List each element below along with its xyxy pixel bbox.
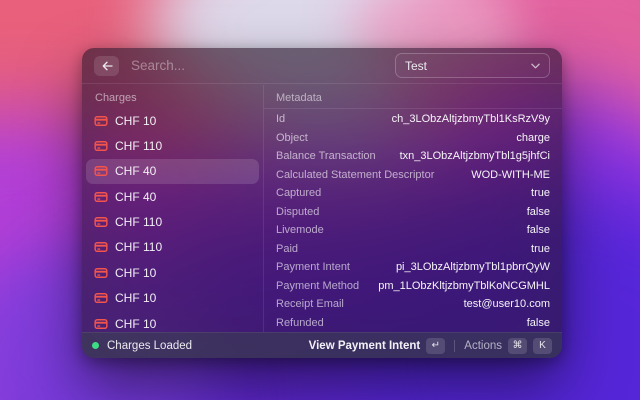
search-input[interactable]	[129, 57, 383, 74]
return-key-icon: ↵	[426, 338, 445, 354]
metadata-key: Refunded	[276, 317, 324, 329]
metadata-value: test@user10.com	[464, 298, 550, 310]
charge-list-item[interactable]: CHF 40	[86, 184, 259, 209]
metadata-row: Balance Transaction txn_3LObzAltjzbmyTbl…	[276, 147, 550, 166]
metadata-value: true	[531, 187, 550, 199]
metadata-key: Balance Transaction	[276, 150, 376, 162]
charge-list-item[interactable]: CHF 110	[86, 210, 259, 235]
charge-amount: CHF 10	[115, 266, 156, 280]
metadata-row: Object charge	[276, 129, 550, 148]
actions-menu-button[interactable]: Actions	[464, 340, 502, 352]
footer-bar: Charges Loaded View Payment Intent ↵ Act…	[82, 332, 562, 358]
k-key-icon: K	[533, 338, 552, 354]
back-button[interactable]	[94, 56, 119, 76]
charge-amount: CHF 110	[115, 240, 162, 254]
metadata-key: Receipt Email	[276, 298, 344, 310]
metadata-value: pi_3LObzAltjzbmyTbl1pbrrQyW	[396, 261, 550, 273]
search-bar: Test	[82, 48, 562, 84]
metadata-key: Payment Intent	[276, 261, 350, 273]
metadata-key: Calculated Statement Descriptor	[276, 169, 434, 181]
charge-list-item[interactable]: CHF 10	[86, 260, 259, 285]
credit-card-icon	[94, 318, 108, 330]
metadata-key: Id	[276, 113, 285, 125]
credit-card-icon	[94, 267, 108, 279]
footer-actions: View Payment Intent ↵ Actions ⌘ K	[309, 338, 552, 354]
charge-list-item[interactable]: CHF 10	[86, 311, 259, 332]
metadata-row: Refunded false	[276, 314, 550, 333]
metadata-row: Calculated Statement Descriptor WOD-WITH…	[276, 166, 550, 185]
chevron-down-icon	[531, 63, 540, 69]
charge-list-item[interactable]: CHF 10	[86, 286, 259, 311]
metadata-row: Receipt Email test@user10.com	[276, 295, 550, 314]
charges-list: CHF 10 CHF 110 CHF 40	[86, 108, 259, 332]
status-dot	[92, 342, 99, 349]
status-text: Charges Loaded	[107, 340, 192, 352]
charge-list-item[interactable]: CHF 110	[86, 235, 259, 260]
metadata-value: charge	[516, 132, 550, 144]
metadata-divider	[264, 108, 562, 109]
view-payment-intent-action[interactable]: View Payment Intent	[309, 340, 421, 352]
metadata-value: false	[527, 206, 550, 218]
metadata-row: Paid true	[276, 240, 550, 259]
charges-panel-header: Charges	[86, 90, 259, 106]
metadata-row: Payment Method pm_1LObzKltjzbmyTblKoNCGM…	[276, 277, 550, 296]
charge-amount: CHF 10	[115, 291, 156, 305]
charge-list-item[interactable]: CHF 10	[86, 108, 259, 133]
charges-panel: Charges CHF 10 CHF 110	[82, 85, 264, 332]
credit-card-icon	[94, 165, 108, 177]
charge-amount: CHF 10	[115, 317, 156, 331]
metadata-value: false	[527, 224, 550, 236]
credit-card-icon	[94, 241, 108, 253]
environment-dropdown-value: Test	[405, 59, 427, 73]
metadata-value: true	[531, 243, 550, 255]
metadata-value: pm_1LObzKltjzbmyTblKoNCGMHL	[378, 280, 550, 292]
footer-divider	[454, 340, 455, 352]
metadata-key: Livemode	[276, 224, 324, 236]
metadata-key: Object	[276, 132, 308, 144]
metadata-key: Disputed	[276, 206, 319, 218]
metadata-row: Captured true	[276, 184, 550, 203]
command-key-icon: ⌘	[508, 338, 527, 354]
metadata-key: Paid	[276, 243, 298, 255]
metadata-panel: Metadata Id ch_3LObzAltjzbmyTbl1KsRzV9y …	[264, 85, 562, 332]
raycast-window: Test Charges CHF 10 CHF 110	[82, 48, 562, 358]
metadata-panel-header: Metadata	[276, 90, 550, 106]
credit-card-icon	[94, 216, 108, 228]
credit-card-icon	[94, 292, 108, 304]
charge-amount: CHF 110	[115, 139, 162, 153]
metadata-value: WOD-WITH-ME	[471, 169, 550, 181]
credit-card-icon	[94, 140, 108, 152]
metadata-row: Id ch_3LObzAltjzbmyTbl1KsRzV9y	[276, 110, 550, 129]
metadata-key: Payment Method	[276, 280, 359, 292]
metadata-row: Livemode false	[276, 221, 550, 240]
charge-amount: CHF 110	[115, 215, 162, 229]
window-content: Charges CHF 10 CHF 110	[82, 85, 562, 332]
metadata-value: false	[527, 317, 550, 329]
left-arrow-icon	[101, 61, 113, 71]
metadata-row: Disputed false	[276, 203, 550, 222]
credit-card-icon	[94, 191, 108, 203]
charge-amount: CHF 40	[115, 164, 156, 178]
charge-amount: CHF 10	[115, 114, 156, 128]
metadata-value: txn_3LObzAltjzbmyTbl1g5jhfCi	[400, 150, 550, 162]
metadata-row: Payment Intent pi_3LObzAltjzbmyTbl1pbrrQ…	[276, 258, 550, 277]
metadata-key: Captured	[276, 187, 321, 199]
charge-amount: CHF 40	[115, 190, 156, 204]
metadata-value: ch_3LObzAltjzbmyTbl1KsRzV9y	[392, 113, 550, 125]
charge-list-item[interactable]: CHF 110	[86, 133, 259, 158]
credit-card-icon	[94, 115, 108, 127]
metadata-rows: Id ch_3LObzAltjzbmyTbl1KsRzV9y Object ch…	[276, 110, 550, 332]
environment-dropdown[interactable]: Test	[395, 53, 550, 78]
charge-list-item[interactable]: CHF 40	[86, 159, 259, 184]
